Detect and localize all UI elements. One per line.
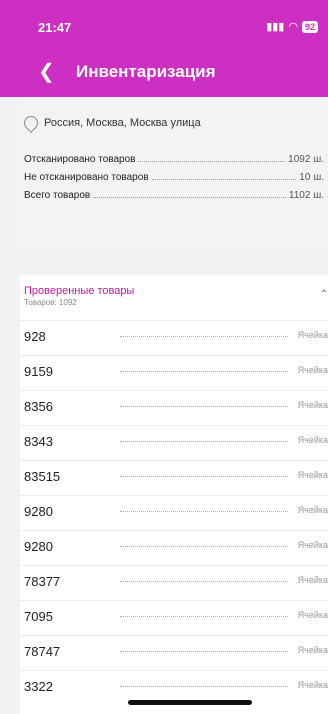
- checked-items-section: Проверенные товары Товаров: 1092 ⌃ 928 Яч…: [20, 275, 328, 714]
- item-code: 83515: [24, 469, 61, 484]
- stat-value: 10 ш.: [299, 172, 324, 183]
- list-item[interactable]: 9280 Ячейка: [20, 495, 328, 530]
- item-cell: Ячейка: [297, 575, 328, 585]
- location-row: Россия, Москва, Москва улица: [21, 113, 201, 133]
- item-leader: [120, 406, 288, 407]
- item-cell: Ячейка: [297, 330, 328, 340]
- list-item[interactable]: 8356 Ячейка: [20, 390, 328, 425]
- item-code: 8343: [24, 434, 53, 449]
- stat-value: 1102 ш.: [288, 190, 324, 201]
- items-list: 928 Ячейка 9159 Ячейка 8356 Ячейка 8343 Ячей…: [20, 320, 328, 705]
- item-cell: Ячейка: [297, 435, 328, 445]
- item-code: 9280: [24, 539, 53, 554]
- item-code: 7095: [24, 609, 53, 624]
- item-leader: [120, 441, 288, 442]
- item-leader: [120, 476, 288, 477]
- list-item[interactable]: 8343 Ячейка: [20, 425, 328, 460]
- item-cell: Ячейка: [297, 610, 328, 620]
- section-count: Товаров: 1092: [24, 298, 77, 307]
- nav-bar: ❮ Инвентаризация: [30, 60, 318, 86]
- item-code: 9159: [24, 364, 53, 379]
- summary-card: Россия, Москва, Москва улица Отсканирова…: [20, 97, 328, 249]
- item-code: 78377: [24, 574, 61, 589]
- item-leader: [120, 336, 288, 337]
- list-item[interactable]: 7095 Ячейка: [20, 600, 328, 635]
- item-cell: Ячейка: [297, 400, 328, 410]
- item-code: 9280: [24, 504, 53, 519]
- list-item[interactable]: 78747 Ячейка: [20, 635, 328, 670]
- stat-leader: [138, 161, 286, 162]
- section-header[interactable]: Проверенные товары Товаров: 1092 ⌃: [24, 285, 328, 315]
- item-leader: [120, 651, 288, 652]
- app-header: 21:47 ▮▮▮ ◠ 92 ❮ Инвентаризация: [0, 0, 328, 97]
- item-leader: [120, 371, 288, 372]
- item-leader: [120, 511, 288, 512]
- item-code: 928: [24, 329, 46, 344]
- status-icons: ▮▮▮ ◠ 92: [266, 20, 318, 33]
- stat-scanned: Отсканировано товаров 1092 ш.: [24, 149, 324, 165]
- home-indicator[interactable]: [128, 700, 252, 705]
- status-bar: 21:47 ▮▮▮ ◠ 92: [38, 20, 318, 36]
- item-cell: Ячейка: [297, 365, 328, 375]
- location-pin-icon: [21, 113, 41, 133]
- stat-label: Отсканировано товаров: [24, 154, 136, 165]
- stat-value: 1092 ш.: [288, 154, 324, 165]
- stat-leader: [93, 197, 286, 198]
- chevron-left-icon[interactable]: ❮: [38, 59, 55, 85]
- list-item[interactable]: 9159 Ячейка: [20, 355, 328, 390]
- item-code: 3322: [24, 679, 53, 694]
- stat-leader: [151, 179, 297, 180]
- list-item[interactable]: 78377 Ячейка: [20, 565, 328, 600]
- item-leader: [120, 546, 288, 547]
- item-leader: [120, 581, 288, 582]
- signal-icon: ▮▮▮: [266, 21, 285, 33]
- item-cell: Ячейка: [297, 645, 328, 655]
- chevron-up-icon[interactable]: ⌃: [320, 289, 328, 300]
- stat-total: Всего товаров 1102 ш.: [24, 185, 324, 201]
- wifi-icon: ◠: [288, 21, 298, 33]
- stat-not-scanned: Не отсканировано товаров 10 ш.: [24, 167, 324, 183]
- section-title: Проверенные товары: [24, 285, 135, 297]
- item-leader: [120, 686, 288, 687]
- item-leader: [120, 616, 288, 617]
- page-title: Инвентаризация: [76, 62, 216, 81]
- item-cell: Ячейка: [297, 540, 328, 550]
- item-cell: Ячейка: [297, 505, 328, 515]
- stat-label: Всего товаров: [24, 190, 91, 201]
- stat-label: Не отсканировано товаров: [24, 172, 149, 183]
- status-time: 21:47: [38, 20, 72, 35]
- location-text: Россия, Москва, Москва улица: [44, 117, 201, 129]
- item-cell: Ячейка: [297, 680, 328, 690]
- list-item[interactable]: 928 Ячейка: [20, 320, 328, 355]
- list-item[interactable]: 9280 Ячейка: [20, 530, 328, 565]
- item-code: 78747: [24, 644, 61, 659]
- battery-icon: 92: [301, 20, 318, 33]
- item-cell: Ячейка: [297, 470, 328, 480]
- list-item[interactable]: 83515 Ячейка: [20, 460, 328, 495]
- item-code: 8356: [24, 399, 53, 414]
